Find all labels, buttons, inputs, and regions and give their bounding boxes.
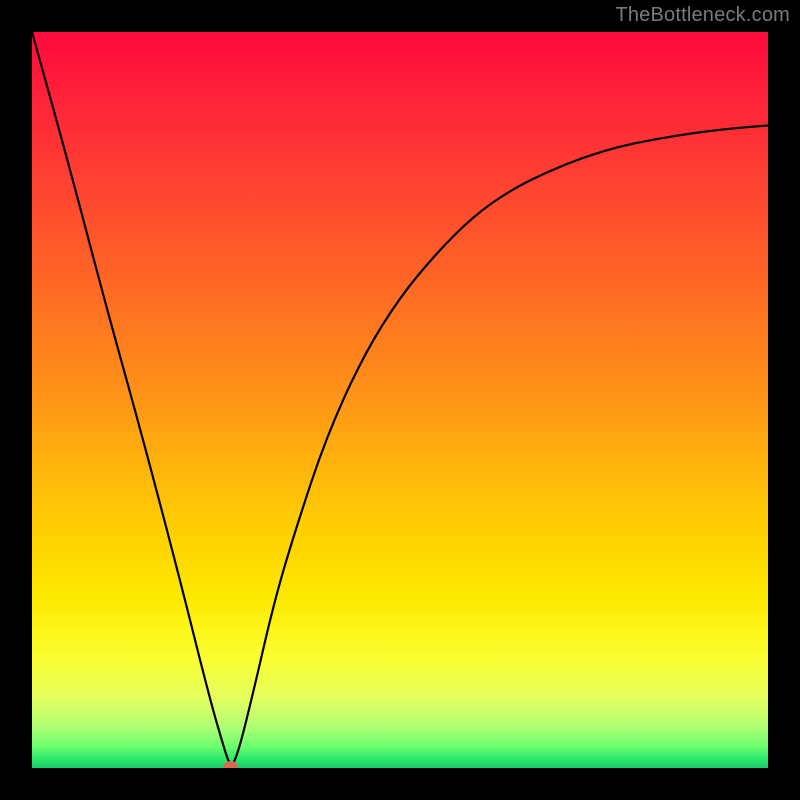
- bottleneck-curve: [32, 32, 768, 764]
- curve-layer: [32, 32, 768, 768]
- chart-frame: TheBottleneck.com: [0, 0, 800, 800]
- minimum-marker: [224, 761, 238, 768]
- plot-area: [32, 32, 768, 768]
- watermark-text: TheBottleneck.com: [615, 4, 790, 27]
